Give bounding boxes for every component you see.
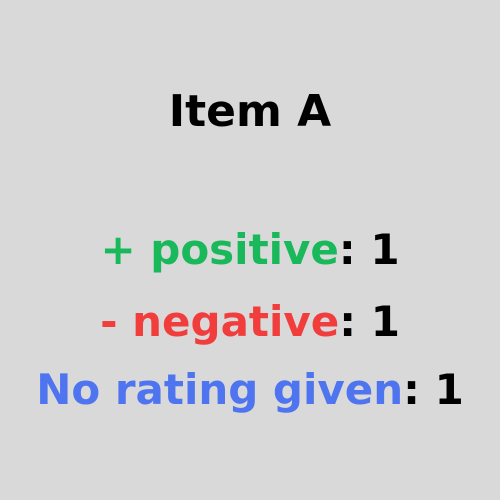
positive-spacer xyxy=(356,225,371,274)
no-rating-spacer xyxy=(420,365,435,414)
no-rating-label: No rating given xyxy=(36,365,404,414)
rating-row-positive: + positive: 1 xyxy=(0,225,500,274)
negative-spacer xyxy=(356,297,371,346)
negative-separator: : xyxy=(339,297,357,346)
no-rating-separator: : xyxy=(403,365,420,414)
rating-row-no-rating: No rating given: 1 xyxy=(0,365,500,414)
positive-count: 1 xyxy=(370,225,400,274)
no-rating-count: 1 xyxy=(434,365,464,414)
negative-label: - negative xyxy=(100,297,340,346)
rating-summary-card: Item A + positive: 1 - negative: 1 No ra… xyxy=(0,0,500,500)
positive-separator: : xyxy=(338,225,356,274)
negative-count: 1 xyxy=(370,297,400,346)
rating-row-negative: - negative: 1 xyxy=(0,297,500,346)
positive-label: + positive xyxy=(100,225,339,274)
item-title: Item A xyxy=(168,86,332,137)
